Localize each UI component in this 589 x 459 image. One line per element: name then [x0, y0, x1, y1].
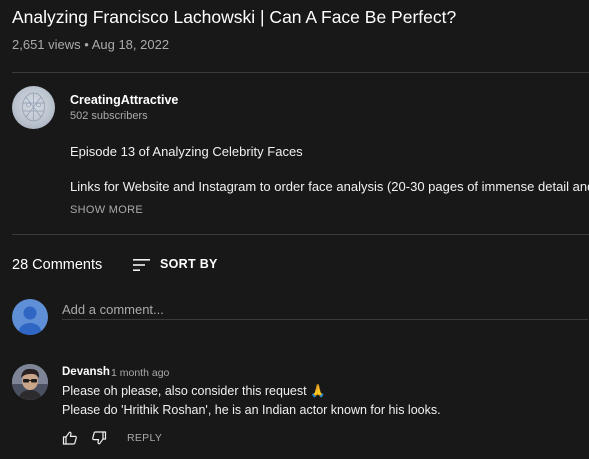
sort-by-button[interactable]: SORT BY	[160, 257, 218, 271]
comment-author[interactable]: Devansh	[62, 366, 110, 378]
divider	[12, 234, 589, 235]
add-comment-input[interactable]	[62, 300, 588, 320]
thumbs-down-icon[interactable]	[91, 431, 107, 445]
comments-count: 28 Comments	[12, 257, 103, 273]
sort-icon[interactable]	[133, 257, 151, 273]
description-line: Links for Website and Instagram to order…	[70, 179, 589, 194]
youtube-watch-page: Analyzing Francisco Lachowski | Can A Fa…	[0, 0, 589, 459]
reply-button[interactable]: REPLY	[127, 432, 162, 444]
channel-avatar[interactable]	[12, 86, 55, 129]
comment-text: Please do 'Hrithik Roshan', he is an Ind…	[62, 403, 441, 417]
description-line: Episode 13 of Analyzing Celebrity Faces	[70, 144, 303, 159]
channel-name[interactable]: CreatingAttractive	[70, 93, 178, 107]
comment-timestamp[interactable]: 1 month ago	[111, 367, 169, 379]
commenter-photo-icon	[12, 364, 48, 400]
subscriber-count: 502 subscribers	[70, 110, 148, 122]
video-meta: 2,651 views • Aug 18, 2022	[12, 37, 170, 52]
commenter-avatar[interactable]	[12, 364, 48, 400]
user-silhouette-icon	[19, 306, 41, 335]
user-avatar	[12, 299, 48, 335]
video-title: Analyzing Francisco Lachowski | Can A Fa…	[12, 7, 457, 27]
show-more-button[interactable]: SHOW MORE	[70, 204, 143, 216]
divider	[12, 72, 589, 73]
channel-logo-icon	[22, 92, 45, 122]
thumbs-up-icon[interactable]	[62, 431, 78, 445]
comment-text: Please oh please, also consider this req…	[62, 384, 326, 398]
